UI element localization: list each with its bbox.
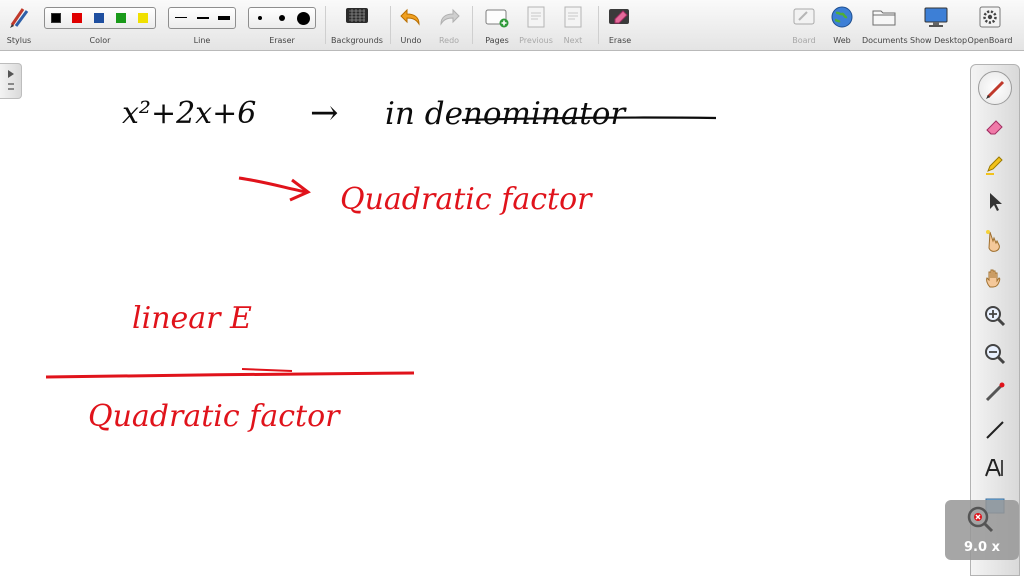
redo-icon xyxy=(440,8,460,26)
whiteboard-canvas[interactable]: x²+2x+6 → in denominator Quadratic facto… xyxy=(0,52,968,576)
web-button[interactable]: Web xyxy=(826,0,858,51)
line-tool-button[interactable] xyxy=(978,413,1012,447)
hand-tool-button[interactable] xyxy=(978,261,1012,295)
gear-icon xyxy=(979,6,1001,28)
web-label: Web xyxy=(833,36,851,45)
color-swatch-yellow[interactable] xyxy=(138,13,148,23)
show-desktop-button[interactable]: Show Desktop xyxy=(910,0,968,51)
pages-label: Pages xyxy=(485,36,509,45)
color-label: Color xyxy=(89,36,111,45)
monitor-icon xyxy=(924,7,948,27)
hand-icon xyxy=(986,269,1001,288)
pen-icon xyxy=(986,80,1005,99)
zoom-out-tool-button[interactable] xyxy=(978,337,1012,371)
eraser-group: Eraser xyxy=(248,0,316,51)
redo-button[interactable]: Redo xyxy=(434,0,464,51)
openboard-menu-button[interactable]: OpenBoard xyxy=(966,0,1014,51)
zoom-out-icon xyxy=(985,344,1006,365)
stylus-button[interactable]: Stylus xyxy=(2,0,36,51)
undo-icon xyxy=(400,8,420,26)
color-swatch-green[interactable] xyxy=(116,13,126,23)
zoom-level-text: 9.0 x xyxy=(964,540,1000,555)
documents-button[interactable]: Documents xyxy=(862,0,908,51)
toolbar-separator xyxy=(472,6,473,44)
laser-pointer-tool-button[interactable] xyxy=(978,375,1012,409)
line-icon xyxy=(986,421,1004,439)
eraser-medium-option[interactable] xyxy=(279,15,285,21)
eraser-size-selector xyxy=(248,7,316,29)
laser-pointer-icon xyxy=(985,382,1005,402)
cursor-arrow-icon xyxy=(990,193,1002,211)
pages-button[interactable]: Pages xyxy=(480,0,514,51)
line-group: Line xyxy=(168,0,236,51)
globe-icon xyxy=(831,6,853,28)
pointing-hand-icon xyxy=(986,230,1000,252)
board-label: Board xyxy=(792,36,816,45)
eraser-tool-button[interactable] xyxy=(978,109,1012,143)
color-swatch-blue[interactable] xyxy=(94,13,104,23)
line-thick-option[interactable] xyxy=(218,16,230,20)
quadratic-factor-note: Quadratic factor xyxy=(340,182,592,217)
main-toolbar: Stylus Color Line Eraser Backgrounds Und… xyxy=(0,0,1024,51)
undo-button[interactable]: Undo xyxy=(396,0,426,51)
eraser-large-option[interactable] xyxy=(297,12,310,25)
previous-page-button[interactable]: Previous xyxy=(516,0,556,51)
line-thin-option[interactable] xyxy=(175,17,187,18)
toolbar-separator xyxy=(598,6,599,44)
expression-text: x²+2x+6 xyxy=(122,96,257,131)
show-desktop-label: Show Desktop xyxy=(910,36,968,45)
zoom-in-tool-button[interactable] xyxy=(978,299,1012,333)
implies-arrow: → xyxy=(310,93,339,133)
stylus-icon xyxy=(10,8,29,28)
undo-label: Undo xyxy=(400,36,422,45)
add-page-icon xyxy=(485,9,509,28)
fraction-numerator: linear E xyxy=(132,301,252,336)
stylus-label: Stylus xyxy=(6,36,32,45)
red-arrow-stroke xyxy=(238,176,311,202)
zoom-magnifier-icon xyxy=(967,506,994,533)
backgrounds-icon xyxy=(346,8,368,23)
line-label: Line xyxy=(193,36,211,45)
fraction-bar-stroke xyxy=(45,368,415,379)
fraction-denominator: Quadratic factor xyxy=(88,399,340,434)
board-icon xyxy=(793,8,815,25)
next-label: Next xyxy=(563,36,583,45)
erase-label: Erase xyxy=(608,36,632,45)
zoom-in-icon xyxy=(985,306,1006,327)
previous-page-icon xyxy=(527,6,545,28)
toolbar-separator xyxy=(390,6,391,44)
folder-icon xyxy=(872,10,896,26)
color-swatch-red[interactable] xyxy=(72,13,82,23)
eraser-small-option[interactable] xyxy=(258,16,262,20)
documents-label: Documents xyxy=(862,36,908,45)
selector-tool-button[interactable] xyxy=(978,185,1012,219)
text-tool-button[interactable] xyxy=(978,451,1012,485)
backgrounds-label: Backgrounds xyxy=(331,36,383,45)
highlighter-icon xyxy=(986,156,1003,175)
line-width-selector xyxy=(168,7,236,29)
board-button[interactable]: Board xyxy=(788,0,820,51)
highlighter-tool-button[interactable] xyxy=(978,147,1012,181)
next-page-button[interactable]: Next xyxy=(556,0,590,51)
text-icon xyxy=(985,459,1003,477)
redo-label: Redo xyxy=(438,36,460,45)
erase-all-icon xyxy=(609,9,629,24)
erase-button[interactable]: Erase xyxy=(604,0,636,51)
interact-tool-button[interactable] xyxy=(978,223,1012,257)
previous-label: Previous xyxy=(519,36,553,45)
color-group: Color xyxy=(44,0,156,51)
zoom-indicator: 9.0 x xyxy=(945,500,1019,560)
next-page-icon xyxy=(564,6,582,28)
eraser-label: Eraser xyxy=(269,36,295,45)
underline-stroke xyxy=(461,116,717,122)
backgrounds-button[interactable]: Backgrounds xyxy=(330,0,384,51)
eraser-icon xyxy=(986,120,1003,135)
color-swatch-black[interactable] xyxy=(51,13,61,23)
pen-tool-button[interactable] xyxy=(978,71,1012,105)
openboard-label: OpenBoard xyxy=(967,36,1013,45)
toolbar-separator xyxy=(325,6,326,44)
color-palette xyxy=(44,7,156,29)
line-medium-option[interactable] xyxy=(197,17,209,19)
